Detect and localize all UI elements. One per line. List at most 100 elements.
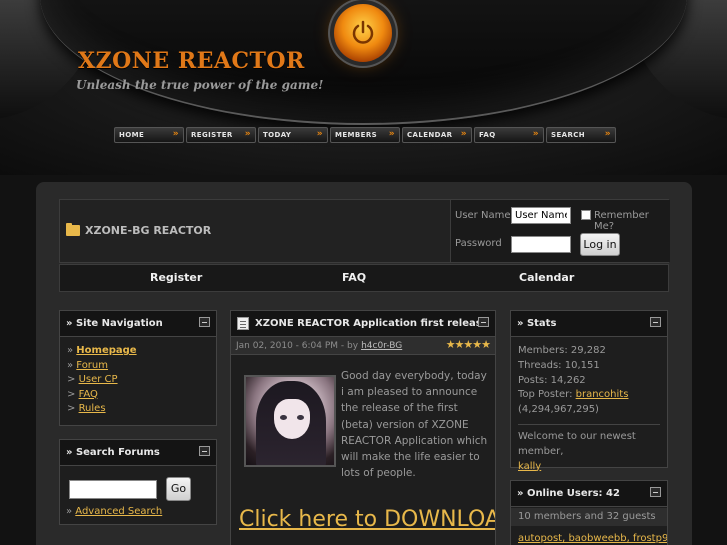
breadcrumb: XZONE-BG REACTOR [66, 223, 211, 237]
article-panel: XZONE REACTOR Application first release … [230, 310, 496, 545]
login-button[interactable]: Log in [580, 233, 620, 256]
members-count: Members: 29,282 [518, 345, 606, 356]
nav-register-button[interactable]: REGISTER » [186, 127, 256, 143]
nav-faq-label: FAQ [479, 131, 496, 139]
power-icon[interactable] [334, 4, 392, 62]
top-poster-label: Top Poster: [518, 389, 573, 401]
nav-calendar-button[interactable]: CALENDAR » [402, 127, 472, 143]
chevron-right-icon: » [388, 129, 395, 139]
collapse-icon[interactable] [650, 487, 661, 497]
nav-home-label: HOME [119, 131, 145, 139]
chevron-right-icon: » [316, 129, 323, 139]
faq-nav-link[interactable]: FAQ [79, 389, 98, 400]
password-label: Password [455, 238, 502, 249]
nav-search-button[interactable]: SEARCH » [546, 127, 616, 143]
item-prefix: » [67, 359, 77, 371]
chevron-right-icon: » [244, 129, 251, 139]
calendar-link[interactable]: Calendar [519, 271, 574, 284]
download-link[interactable]: Click here to DOWNLOAD it [239, 507, 495, 532]
threads-count: Threads: 10,151 [518, 359, 600, 371]
chevron-right-icon: » [532, 129, 539, 139]
nav-item-forum: » Forum [67, 359, 216, 374]
image-eye-right [297, 415, 304, 420]
collapse-icon[interactable] [199, 317, 210, 327]
search-forums-panel: » Search Forums Go » Advanced Search [59, 439, 217, 525]
document-icon [237, 317, 249, 330]
remember-me-label: Remember Me? [594, 210, 649, 232]
advanced-search-link[interactable]: Advanced Search [75, 506, 162, 517]
item-prefix: » [67, 345, 77, 356]
nav-register-label: REGISTER [191, 131, 233, 139]
image-eye-left [280, 415, 287, 420]
username-field[interactable] [511, 207, 571, 224]
panel-title: » Stats [517, 318, 557, 329]
article-date: Jan 02, 2010 - 6:04 PM - by [236, 340, 359, 351]
posts-count: Posts: 14,262 [518, 374, 586, 386]
welcome-text: Welcome to our newest member, [518, 430, 636, 457]
search-input[interactable] [69, 480, 157, 499]
nav-search-label: SEARCH [551, 131, 586, 139]
secondary-navigation: Register FAQ Calendar [59, 264, 669, 292]
top-navigation: HOME » REGISTER » TODAY » MEMBERS » CALENDAR… [114, 127, 616, 143]
collapse-icon[interactable] [199, 446, 210, 456]
site-navigation-header: » Site Navigation [60, 311, 216, 337]
homepage-link[interactable]: Homepage [76, 345, 136, 356]
user-cp-link[interactable]: User CP [79, 374, 118, 385]
chevron-right-icon: » [172, 129, 179, 139]
nav-calendar-label: CALENDAR [407, 131, 453, 139]
item-prefix: » [66, 506, 76, 517]
newest-member-link[interactable]: kally [518, 461, 541, 472]
online-users-list[interactable]: autopost, baobweebb, frostp996 [518, 533, 667, 544]
logo-title[interactable]: XZONE REACTOR [78, 48, 305, 74]
nav-members-button[interactable]: MEMBERS » [330, 127, 400, 143]
online-users-panel: » Online Users: 42 10 members and 32 gue… [510, 480, 668, 545]
nav-faq-button[interactable]: FAQ » [474, 127, 544, 143]
article-title[interactable]: XZONE REACTOR Application first release [255, 318, 489, 329]
nav-item-user-cp: > User CP [67, 373, 216, 388]
online-users-header: » Online Users: 42 [511, 481, 667, 507]
forum-link[interactable]: Forum [76, 360, 108, 371]
folder-icon [66, 223, 80, 236]
stats-panel: » Stats Members: 29,282 Threads: 10,151 … [510, 310, 668, 472]
article-image [244, 375, 336, 467]
item-prefix: > [67, 403, 79, 414]
logo-tagline: Unleash the true power of the game! [76, 78, 324, 92]
nav-item-homepage: » Homepage [67, 344, 216, 359]
search-forums-header: » Search Forums [60, 440, 216, 466]
nav-members-label: MEMBERS [335, 131, 378, 139]
panel-title: » Site Navigation [66, 318, 163, 329]
item-prefix: > [67, 374, 79, 385]
site-navigation-list: » Homepage » Forum > User CP > FAQ > Rul… [60, 337, 216, 417]
nav-home-button[interactable]: HOME » [114, 127, 184, 143]
nav-item-rules: > Rules [67, 402, 216, 417]
collapse-icon[interactable] [478, 317, 489, 327]
collapse-icon[interactable] [650, 317, 661, 327]
newest-member-row: kally [518, 460, 667, 475]
chevron-right-icon: » [460, 129, 467, 139]
password-field[interactable] [511, 236, 571, 253]
nav-item-faq: > FAQ [67, 388, 216, 403]
site-title-link[interactable]: XZONE-BG REACTOR [85, 224, 211, 237]
top-poster-link[interactable]: brancohits [576, 389, 629, 400]
item-prefix: > [67, 388, 79, 400]
remember-me-checkbox[interactable] [581, 210, 591, 220]
article-meta: Jan 02, 2010 - 6:04 PM - by h4c0r-BG ★★★… [231, 337, 495, 355]
rules-link[interactable]: Rules [79, 403, 106, 414]
nav-today-button[interactable]: TODAY » [258, 127, 328, 143]
advanced-search-row: » Advanced Search [66, 506, 162, 517]
breadcrumb-login-bar: XZONE-BG REACTOR User Name Remember Me? … [59, 199, 670, 263]
nav-today-label: TODAY [263, 131, 292, 139]
faq-link[interactable]: FAQ [342, 271, 366, 284]
rating-stars-icon: ★★★★★ [445, 338, 491, 351]
top-poster-row: Top Poster: brancohits [518, 388, 667, 403]
stats-header: » Stats [511, 311, 667, 337]
search-go-button[interactable]: Go [166, 477, 191, 501]
chevron-right-icon: » [604, 129, 611, 139]
site-navigation-panel: » Site Navigation » Homepage » Forum > U… [59, 310, 217, 426]
top-poster-count: (4,294,967,295) [518, 404, 599, 416]
stats-body: Members: 29,282 Threads: 10,151 Posts: 1… [511, 337, 667, 474]
online-users-summary: 10 members and 32 guests [511, 508, 667, 526]
register-link[interactable]: Register [150, 271, 202, 284]
panel-title: » Online Users: 42 [517, 488, 620, 499]
author-link[interactable]: h4c0r-BG [361, 341, 402, 351]
